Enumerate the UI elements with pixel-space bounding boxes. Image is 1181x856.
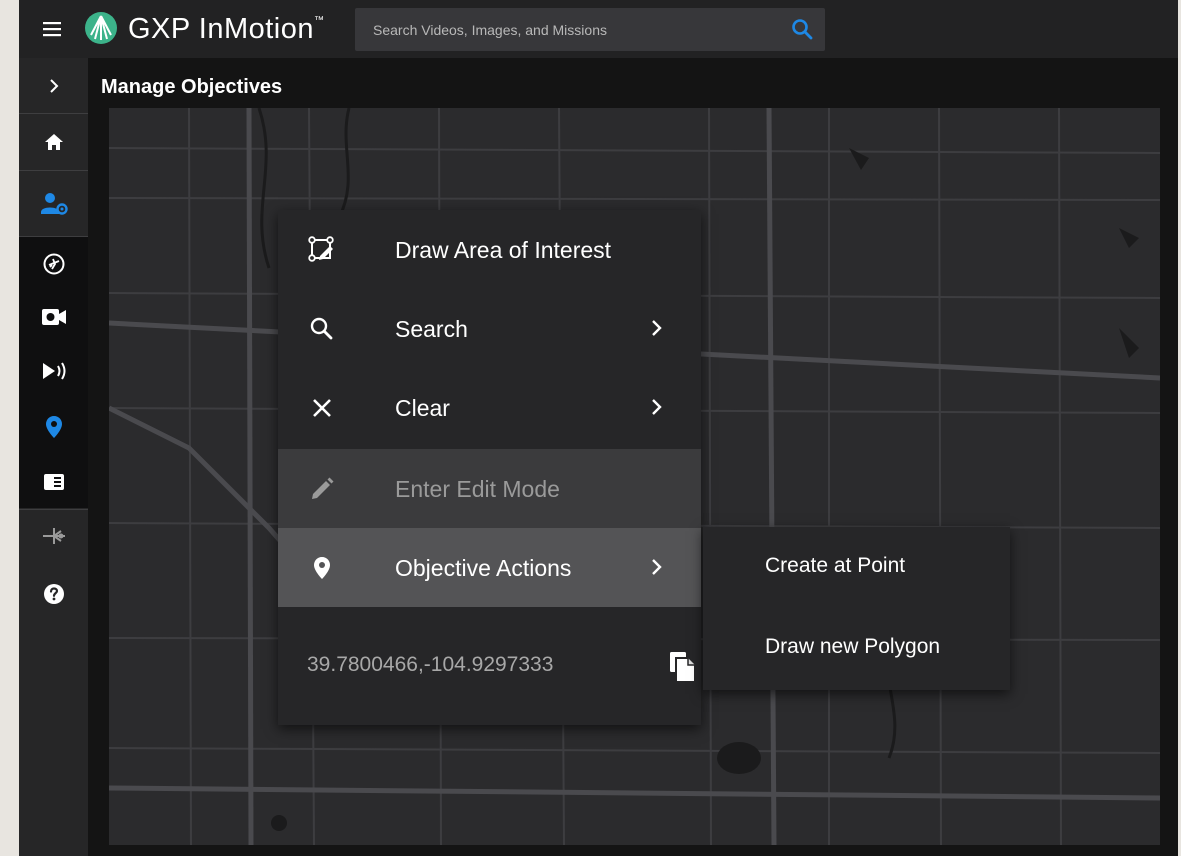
app-brand: GXP InMotion™	[128, 13, 325, 45]
menu-item-objective-actions[interactable]: Objective Actions	[278, 528, 701, 607]
close-icon	[313, 399, 331, 417]
pencil-icon	[312, 477, 334, 499]
flight-icon	[43, 253, 64, 275]
menu-item-label: Search	[395, 316, 468, 342]
help-icon	[43, 584, 64, 604]
hamburger-menu-icon[interactable]	[41, 18, 63, 40]
chevron-right-icon	[652, 320, 662, 336]
sidebar	[19, 58, 88, 856]
chevron-right-icon	[49, 78, 58, 93]
sidebar-item-panel[interactable]	[19, 456, 88, 508]
top-bar: GXP InMotion™	[19, 0, 1178, 58]
home-icon	[44, 134, 63, 150]
app-window: GXP InMotion™ Search Videos, Images, and…	[19, 0, 1178, 856]
search-input[interactable]	[355, 8, 775, 51]
sidebar-item-video[interactable]	[19, 290, 88, 344]
video-camera-icon	[41, 309, 66, 325]
chevron-right-icon	[652, 559, 662, 575]
menu-item-label: Objective Actions	[395, 555, 572, 581]
sidebar-item-user-settings[interactable]	[19, 171, 88, 236]
map-marker-icon	[314, 557, 330, 579]
menu-item-clear[interactable]: Clear	[278, 368, 701, 447]
menu-item-enter-edit-mode[interactable]: Enter Edit Mode	[278, 449, 701, 528]
search-icon[interactable]	[791, 18, 813, 40]
submenu-item-create-at-point[interactable]: Create at Point	[703, 527, 1010, 607]
sidebar-item-flights[interactable]	[19, 238, 88, 290]
search-bar	[355, 8, 825, 51]
search-icon	[310, 317, 333, 340]
panel-icon	[43, 474, 64, 490]
objective-actions-submenu: Create at Point Draw new Polygon	[703, 527, 1010, 690]
sidebar-item-home[interactable]	[19, 114, 88, 170]
context-menu: Draw Area of Interest Search Clear Enter…	[278, 210, 701, 725]
menu-item-draw-area[interactable]: Draw Area of Interest	[278, 210, 701, 289]
submenu-item-label: Draw new Polygon	[765, 635, 941, 658]
divider	[19, 236, 88, 237]
menu-item-search[interactable]: Search	[278, 289, 701, 368]
coordinates-readout: 39.7800466,-104.9297333	[307, 653, 554, 676]
sidebar-expand-button[interactable]	[19, 58, 88, 113]
logo-icon	[84, 11, 118, 45]
sidebar-item-objectives[interactable]	[19, 398, 88, 456]
chevron-right-icon	[652, 399, 662, 415]
stream-icon	[42, 362, 65, 380]
menu-item-label: Enter Edit Mode	[395, 476, 560, 502]
menu-item-label: Clear	[395, 395, 450, 421]
submenu-item-label: Create at Point	[765, 554, 906, 577]
page-title: Manage Objectives	[101, 76, 283, 98]
sidebar-item-network[interactable]	[19, 510, 88, 562]
sidebar-item-help[interactable]	[19, 568, 88, 620]
sidebar-item-stream[interactable]	[19, 344, 88, 398]
menu-item-label: Draw Area of Interest	[395, 237, 612, 263]
user-settings-icon	[40, 192, 68, 215]
map-marker-icon	[45, 416, 62, 438]
network-icon	[42, 528, 65, 544]
copy-icon[interactable]	[668, 650, 700, 684]
submenu-item-draw-new-polygon[interactable]: Draw new Polygon	[703, 608, 1010, 688]
draw-area-icon	[308, 236, 334, 262]
